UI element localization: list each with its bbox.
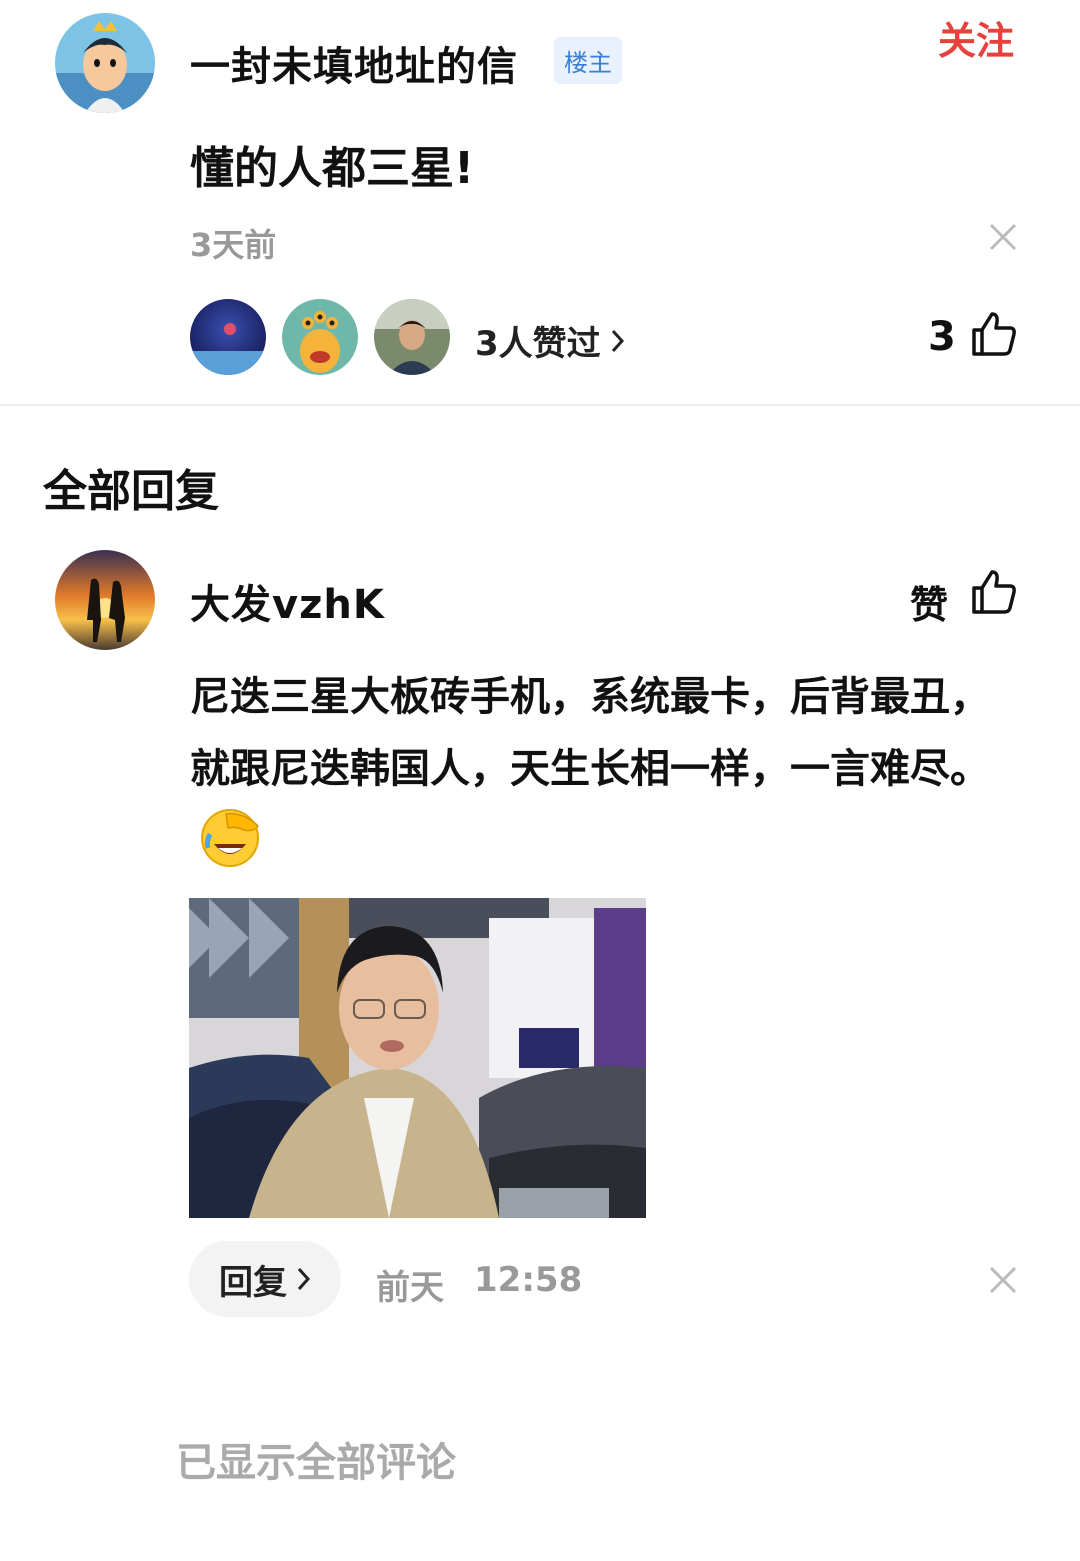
likers-link[interactable]: 3人赞过 bbox=[475, 316, 625, 365]
reply-time-clock: 12:58 bbox=[474, 1260, 583, 1300]
post-author-avatar[interactable] bbox=[55, 13, 155, 113]
chevron-right-icon bbox=[611, 329, 625, 353]
facepalm-laugh-emoji bbox=[196, 808, 264, 891]
reply-author-avatar[interactable] bbox=[55, 550, 155, 650]
follow-button[interactable]: 关注 bbox=[938, 10, 1014, 65]
section-divider bbox=[0, 404, 1080, 406]
reply-button[interactable]: 回复 bbox=[189, 1241, 341, 1317]
reply-time-day: 前天 bbox=[376, 1268, 444, 1308]
reply-like-label[interactable]: 赞 bbox=[910, 574, 948, 629]
likers-count-text: 3人赞过 bbox=[475, 324, 601, 364]
post-author-name[interactable]: 一封未填地址的信 bbox=[190, 34, 518, 92]
post-time: 3天前 bbox=[190, 226, 277, 264]
liker-avatar[interactable] bbox=[282, 299, 358, 375]
reply-image[interactable] bbox=[189, 898, 646, 1218]
reply-author-name[interactable]: 大发vzhK bbox=[190, 572, 385, 630]
liker-avatar[interactable] bbox=[374, 299, 450, 375]
liker-avatar[interactable] bbox=[190, 299, 266, 375]
like-count: 3 bbox=[928, 314, 956, 360]
close-icon[interactable] bbox=[988, 1263, 1018, 1301]
all-comments-shown: 已显示全部评论 bbox=[176, 1440, 456, 1486]
replies-section-title: 全部回复 bbox=[43, 466, 219, 517]
reply-button-label: 回复 bbox=[219, 1262, 287, 1303]
reply-content: 尼迭三星大板砖手机，系统最卡，后背最丑，就跟尼迭韩国人，天生长相一样，一言难尽。 bbox=[190, 661, 1010, 891]
close-icon[interactable] bbox=[988, 220, 1018, 258]
op-badge: 楼主 bbox=[554, 37, 622, 84]
post-content: 懂的人都三星! bbox=[190, 143, 475, 194]
thumbs-up-icon[interactable] bbox=[970, 310, 1018, 362]
thumbs-up-icon[interactable] bbox=[970, 568, 1018, 620]
chevron-right-icon bbox=[297, 1267, 311, 1291]
reply-content-text: 尼迭三星大板砖手机，系统最卡，后背最丑，就跟尼迭韩国人，天生长相一样，一言难尽。 bbox=[190, 674, 990, 792]
